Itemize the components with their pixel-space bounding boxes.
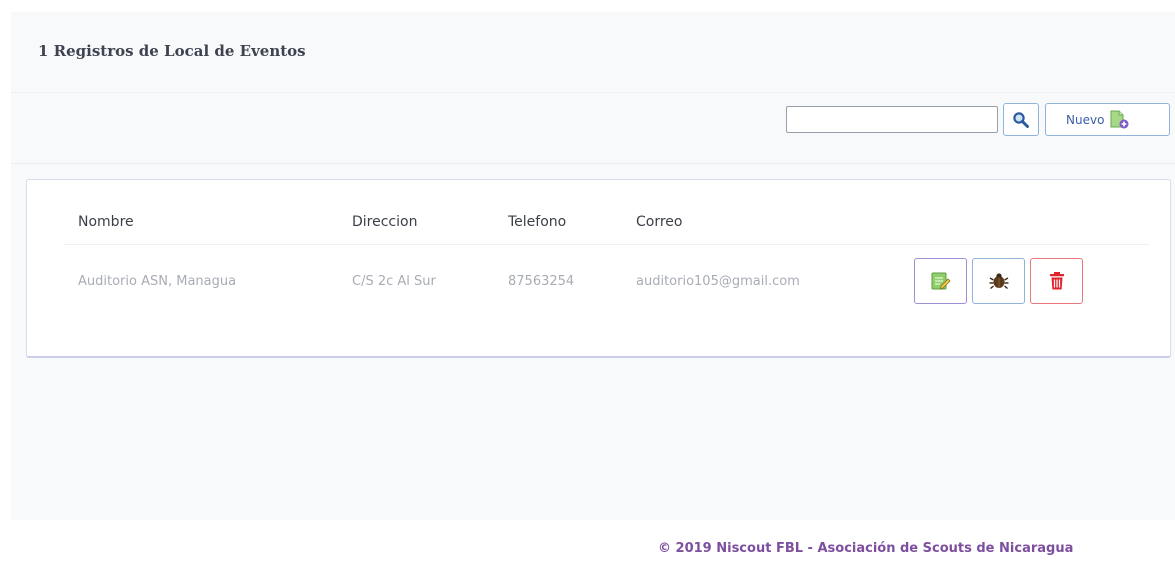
edit-button[interactable]	[914, 258, 967, 304]
column-header-nombre: Nombre	[64, 202, 338, 245]
new-button-label: Nuevo	[1066, 112, 1105, 127]
column-header-actions	[900, 202, 1149, 245]
column-header-telefono: Telefono	[494, 202, 622, 245]
main-panel: 1 Registros de Local de Eventos Nuevo No…	[11, 12, 1175, 520]
page-title: 1 Registros de Local de Eventos	[38, 42, 306, 60]
delete-button[interactable]	[1030, 258, 1083, 304]
cell-actions	[900, 245, 1149, 318]
cell-direccion: C/S 2c Al Sur	[352, 273, 436, 289]
search-button[interactable]	[1003, 103, 1039, 136]
toolbar-divider	[11, 163, 1175, 164]
title-divider	[11, 92, 1175, 93]
app-page: 1 Registros de Local de Eventos Nuevo No…	[0, 0, 1175, 569]
edit-note-icon	[931, 272, 951, 290]
table-header-row: Nombre Direccion Telefono Correo	[64, 202, 1149, 245]
records-table: Nombre Direccion Telefono Correo Auditor…	[64, 202, 1149, 317]
search-input[interactable]	[786, 106, 998, 133]
row-actions	[914, 258, 1135, 304]
table-row: Auditorio ASN, Managua C/S 2c Al Sur 875…	[64, 245, 1149, 318]
view-button[interactable]	[972, 258, 1025, 304]
search-icon	[1013, 111, 1029, 128]
new-button[interactable]: Nuevo	[1045, 103, 1170, 136]
column-header-correo: Correo	[622, 202, 900, 245]
column-header-direccion: Direccion	[338, 202, 494, 245]
cell-telefono: 87563254	[508, 273, 575, 289]
records-table-card: Nombre Direccion Telefono Correo Auditor…	[26, 179, 1171, 358]
trash-icon	[1049, 272, 1064, 290]
footer-copyright: © 2019 Niscout FBL - Asociación de Scout…	[658, 541, 1074, 556]
bug-view-icon	[989, 273, 1008, 290]
cell-correo: auditorio105@gmail.com	[636, 273, 800, 289]
add-document-icon	[1110, 110, 1129, 128]
footer: © 2019 Niscout FBL - Asociación de Scout…	[0, 541, 1175, 569]
cell-nombre: Auditorio ASN, Managua	[78, 273, 237, 289]
